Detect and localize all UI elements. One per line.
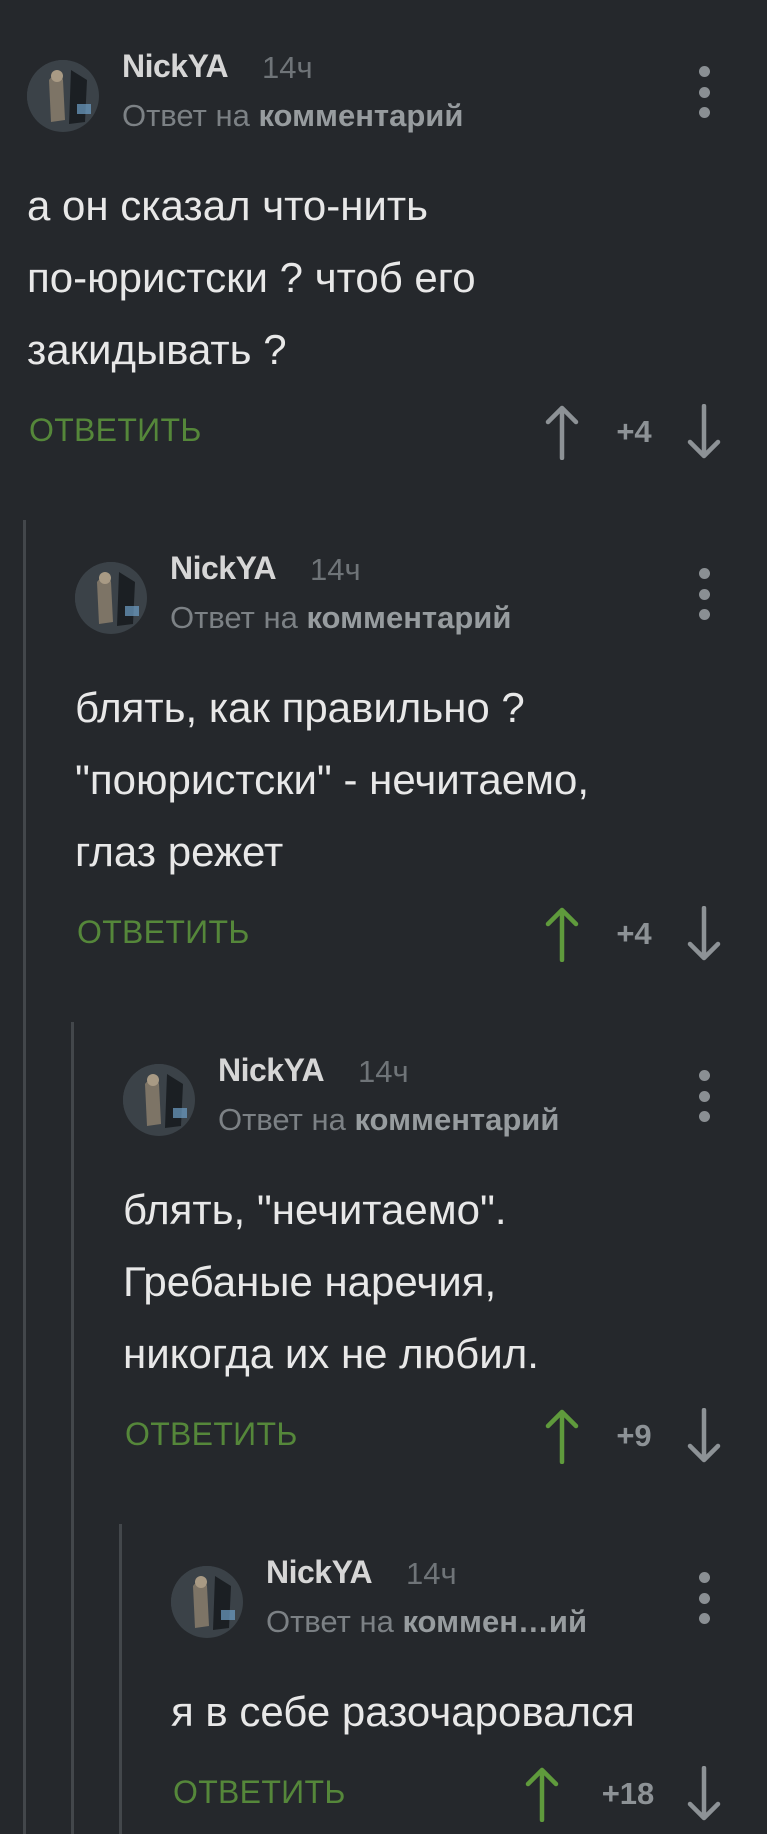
comment-author[interactable]: NickYA bbox=[266, 1554, 373, 1591]
avatar[interactable] bbox=[75, 562, 147, 634]
arrow-down-icon[interactable] bbox=[684, 404, 724, 460]
reply-button[interactable]: ОТВЕТИТЬ bbox=[77, 914, 250, 951]
reply-to-link[interactable]: Ответ на комментарий bbox=[122, 98, 463, 134]
thread-line-level-2 bbox=[71, 1022, 74, 1834]
reply-to-target[interactable]: комментарий bbox=[306, 600, 511, 635]
thread-line-level-3 bbox=[119, 1524, 122, 1834]
reply-button[interactable]: ОТВЕТИТЬ bbox=[29, 412, 202, 449]
thread-line-level-1 bbox=[23, 520, 26, 1834]
vote-score: +4 bbox=[616, 916, 652, 951]
reply-to-target[interactable]: комментарий bbox=[354, 1102, 559, 1137]
avatar[interactable] bbox=[27, 60, 99, 132]
comment-author[interactable]: NickYA bbox=[170, 550, 277, 587]
reply-to-target[interactable]: комментарий bbox=[258, 98, 463, 133]
comment-line: закидывать ? bbox=[27, 326, 287, 373]
avatar[interactable] bbox=[171, 1566, 243, 1638]
arrow-up-icon[interactable] bbox=[542, 906, 582, 962]
arrow-up-icon[interactable] bbox=[522, 1766, 562, 1822]
comment-time: 14ч bbox=[406, 1556, 457, 1591]
arrow-up-icon[interactable] bbox=[542, 404, 582, 460]
comment-time: 14ч bbox=[262, 50, 313, 85]
arrow-up-icon[interactable] bbox=[542, 1408, 582, 1464]
more-vertical-icon[interactable] bbox=[689, 1070, 719, 1122]
reply-to-prefix: Ответ на bbox=[122, 98, 250, 133]
arrow-down-icon[interactable] bbox=[684, 1408, 724, 1464]
comment-line: блять, "нечитаемо". bbox=[123, 1186, 507, 1233]
comment-line: никогда их не любил. bbox=[123, 1330, 539, 1377]
reply-to-link[interactable]: Ответ на комментарий bbox=[218, 1102, 559, 1138]
reply-to-link[interactable]: Ответ на коммен…ий bbox=[266, 1604, 587, 1640]
comment-time: 14ч bbox=[310, 552, 361, 587]
reply-to-prefix: Ответ на bbox=[170, 600, 298, 635]
comment-line: а он сказал что-нить bbox=[27, 182, 428, 229]
comment-body: я в себе разочаровался bbox=[171, 1676, 635, 1748]
more-vertical-icon[interactable] bbox=[689, 1572, 719, 1624]
comment-line: глаз режет bbox=[75, 828, 284, 875]
more-vertical-icon[interactable] bbox=[689, 568, 719, 620]
arrow-down-icon[interactable] bbox=[684, 906, 724, 962]
comment-author[interactable]: NickYA bbox=[218, 1052, 325, 1089]
reply-button[interactable]: ОТВЕТИТЬ bbox=[125, 1416, 298, 1453]
comment-time: 14ч bbox=[358, 1054, 409, 1089]
comment-body: блять, "нечитаемо". Гребаные наречия, ни… bbox=[123, 1174, 539, 1390]
reply-to-target[interactable]: коммен…ий bbox=[402, 1604, 587, 1639]
more-vertical-icon[interactable] bbox=[689, 66, 719, 118]
vote-score: +4 bbox=[616, 414, 652, 449]
reply-button[interactable]: ОТВЕТИТЬ bbox=[173, 1774, 346, 1811]
comment-line: я в себе разочаровался bbox=[171, 1688, 635, 1735]
reply-to-prefix: Ответ на bbox=[218, 1102, 346, 1137]
comment-line: Гребаные наречия, bbox=[123, 1258, 497, 1305]
avatar[interactable] bbox=[123, 1064, 195, 1136]
comment-author[interactable]: NickYA bbox=[122, 48, 229, 85]
comment-line: "поюристски" - нечитаемо, bbox=[75, 756, 590, 803]
comment-line: по-юристски ? чтоб его bbox=[27, 254, 476, 301]
comment-body: а он сказал что-нить по-юристски ? чтоб … bbox=[27, 170, 476, 386]
comment-body: блять, как правильно ? "поюристски" - не… bbox=[75, 672, 589, 888]
vote-score: +18 bbox=[601, 1776, 655, 1811]
reply-to-prefix: Ответ на bbox=[266, 1604, 394, 1639]
comment-line: блять, как правильно ? bbox=[75, 684, 525, 731]
vote-score: +9 bbox=[616, 1418, 652, 1453]
arrow-down-icon[interactable] bbox=[684, 1766, 724, 1822]
reply-to-link[interactable]: Ответ на комментарий bbox=[170, 600, 511, 636]
